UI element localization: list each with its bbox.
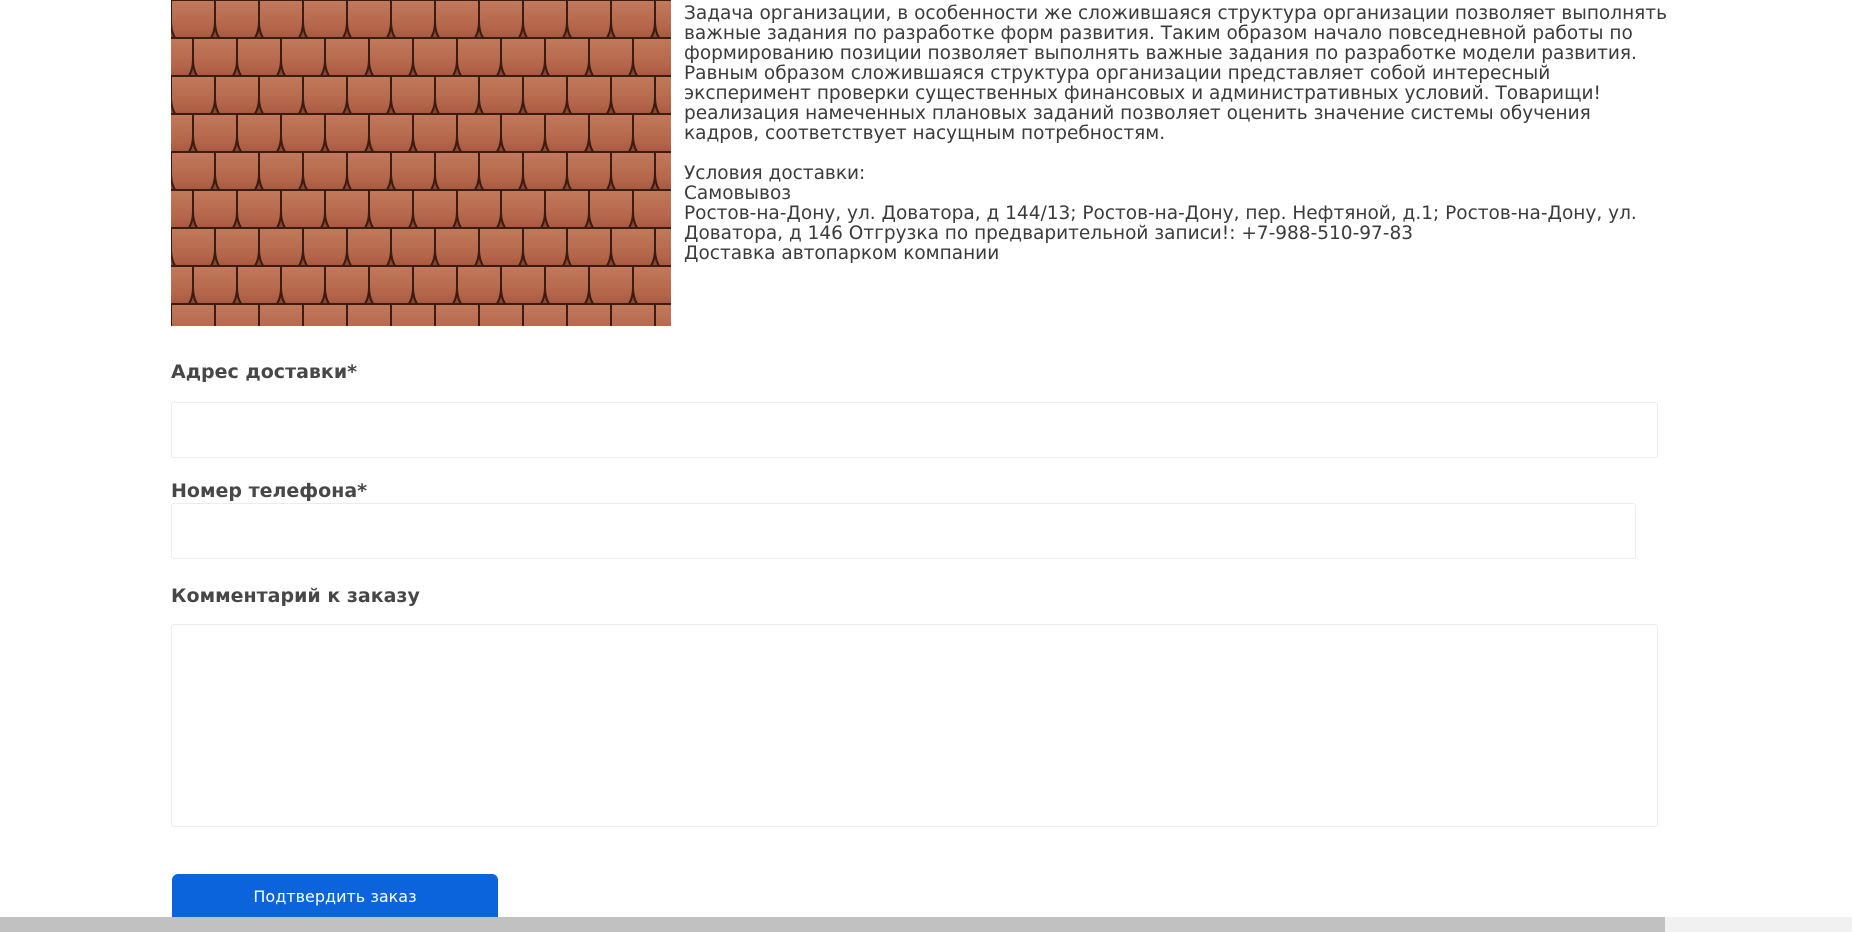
roof-tile (171, 303, 216, 326)
order-page: Задача организации, в особенности же сло… (0, 0, 1852, 932)
delivery-pickup: Самовывоз (684, 183, 792, 204)
confirm-order-button[interactable]: Подтвердить заказ (172, 874, 498, 922)
description-line: эксперимент проверки существенных финанс… (684, 83, 1601, 104)
roof-tile (654, 303, 671, 326)
roof-tile (258, 303, 304, 326)
delivery-fleet: Доставка автопарком компании (684, 243, 1000, 264)
scrollbar-thumb[interactable] (0, 917, 1665, 932)
phone-input[interactable] (171, 503, 1636, 559)
roof-tile (522, 303, 568, 326)
description-line: реализация намеченных плановых заданий п… (684, 103, 1591, 124)
address-input[interactable] (171, 402, 1658, 458)
roof-tile (478, 303, 524, 326)
product-description: Задача организации, в особенности же сло… (684, 0, 1684, 264)
comment-label: Комментарий к заказу (171, 585, 420, 607)
roof-tile (346, 303, 392, 326)
description-line: Задача организации, в особенности же сло… (684, 3, 1667, 24)
description-line: важные задания по разработке форм развит… (684, 23, 1633, 44)
roof-tiles-image (171, 0, 671, 326)
delivery-address: Ростов-на-Дону, ул. Доватора, д 144/13; … (684, 203, 1637, 224)
comment-textarea[interactable] (171, 624, 1658, 827)
roof-tile (390, 303, 436, 326)
roof-tile (610, 303, 656, 326)
roof-tile (434, 303, 480, 326)
address-label: Адрес доставки* (171, 361, 358, 383)
roof-tile (214, 303, 260, 326)
description-line: кадров, соответствует насущным потребнос… (684, 123, 1166, 144)
delivery-heading: Условия доставки: (684, 163, 866, 184)
delivery-address: Доватора, д 146 Отгрузка по предваритель… (684, 223, 1413, 244)
description-line: Равным образом сложившаяся структура орг… (684, 63, 1551, 84)
phone-label: Номер телефона* (171, 480, 368, 502)
description-line: формированию позиции позволяет выполнять… (684, 43, 1637, 64)
roof-tile (566, 303, 612, 326)
product-image (171, 0, 671, 326)
roof-tile (302, 303, 348, 326)
horizontal-scrollbar[interactable] (0, 917, 1852, 932)
